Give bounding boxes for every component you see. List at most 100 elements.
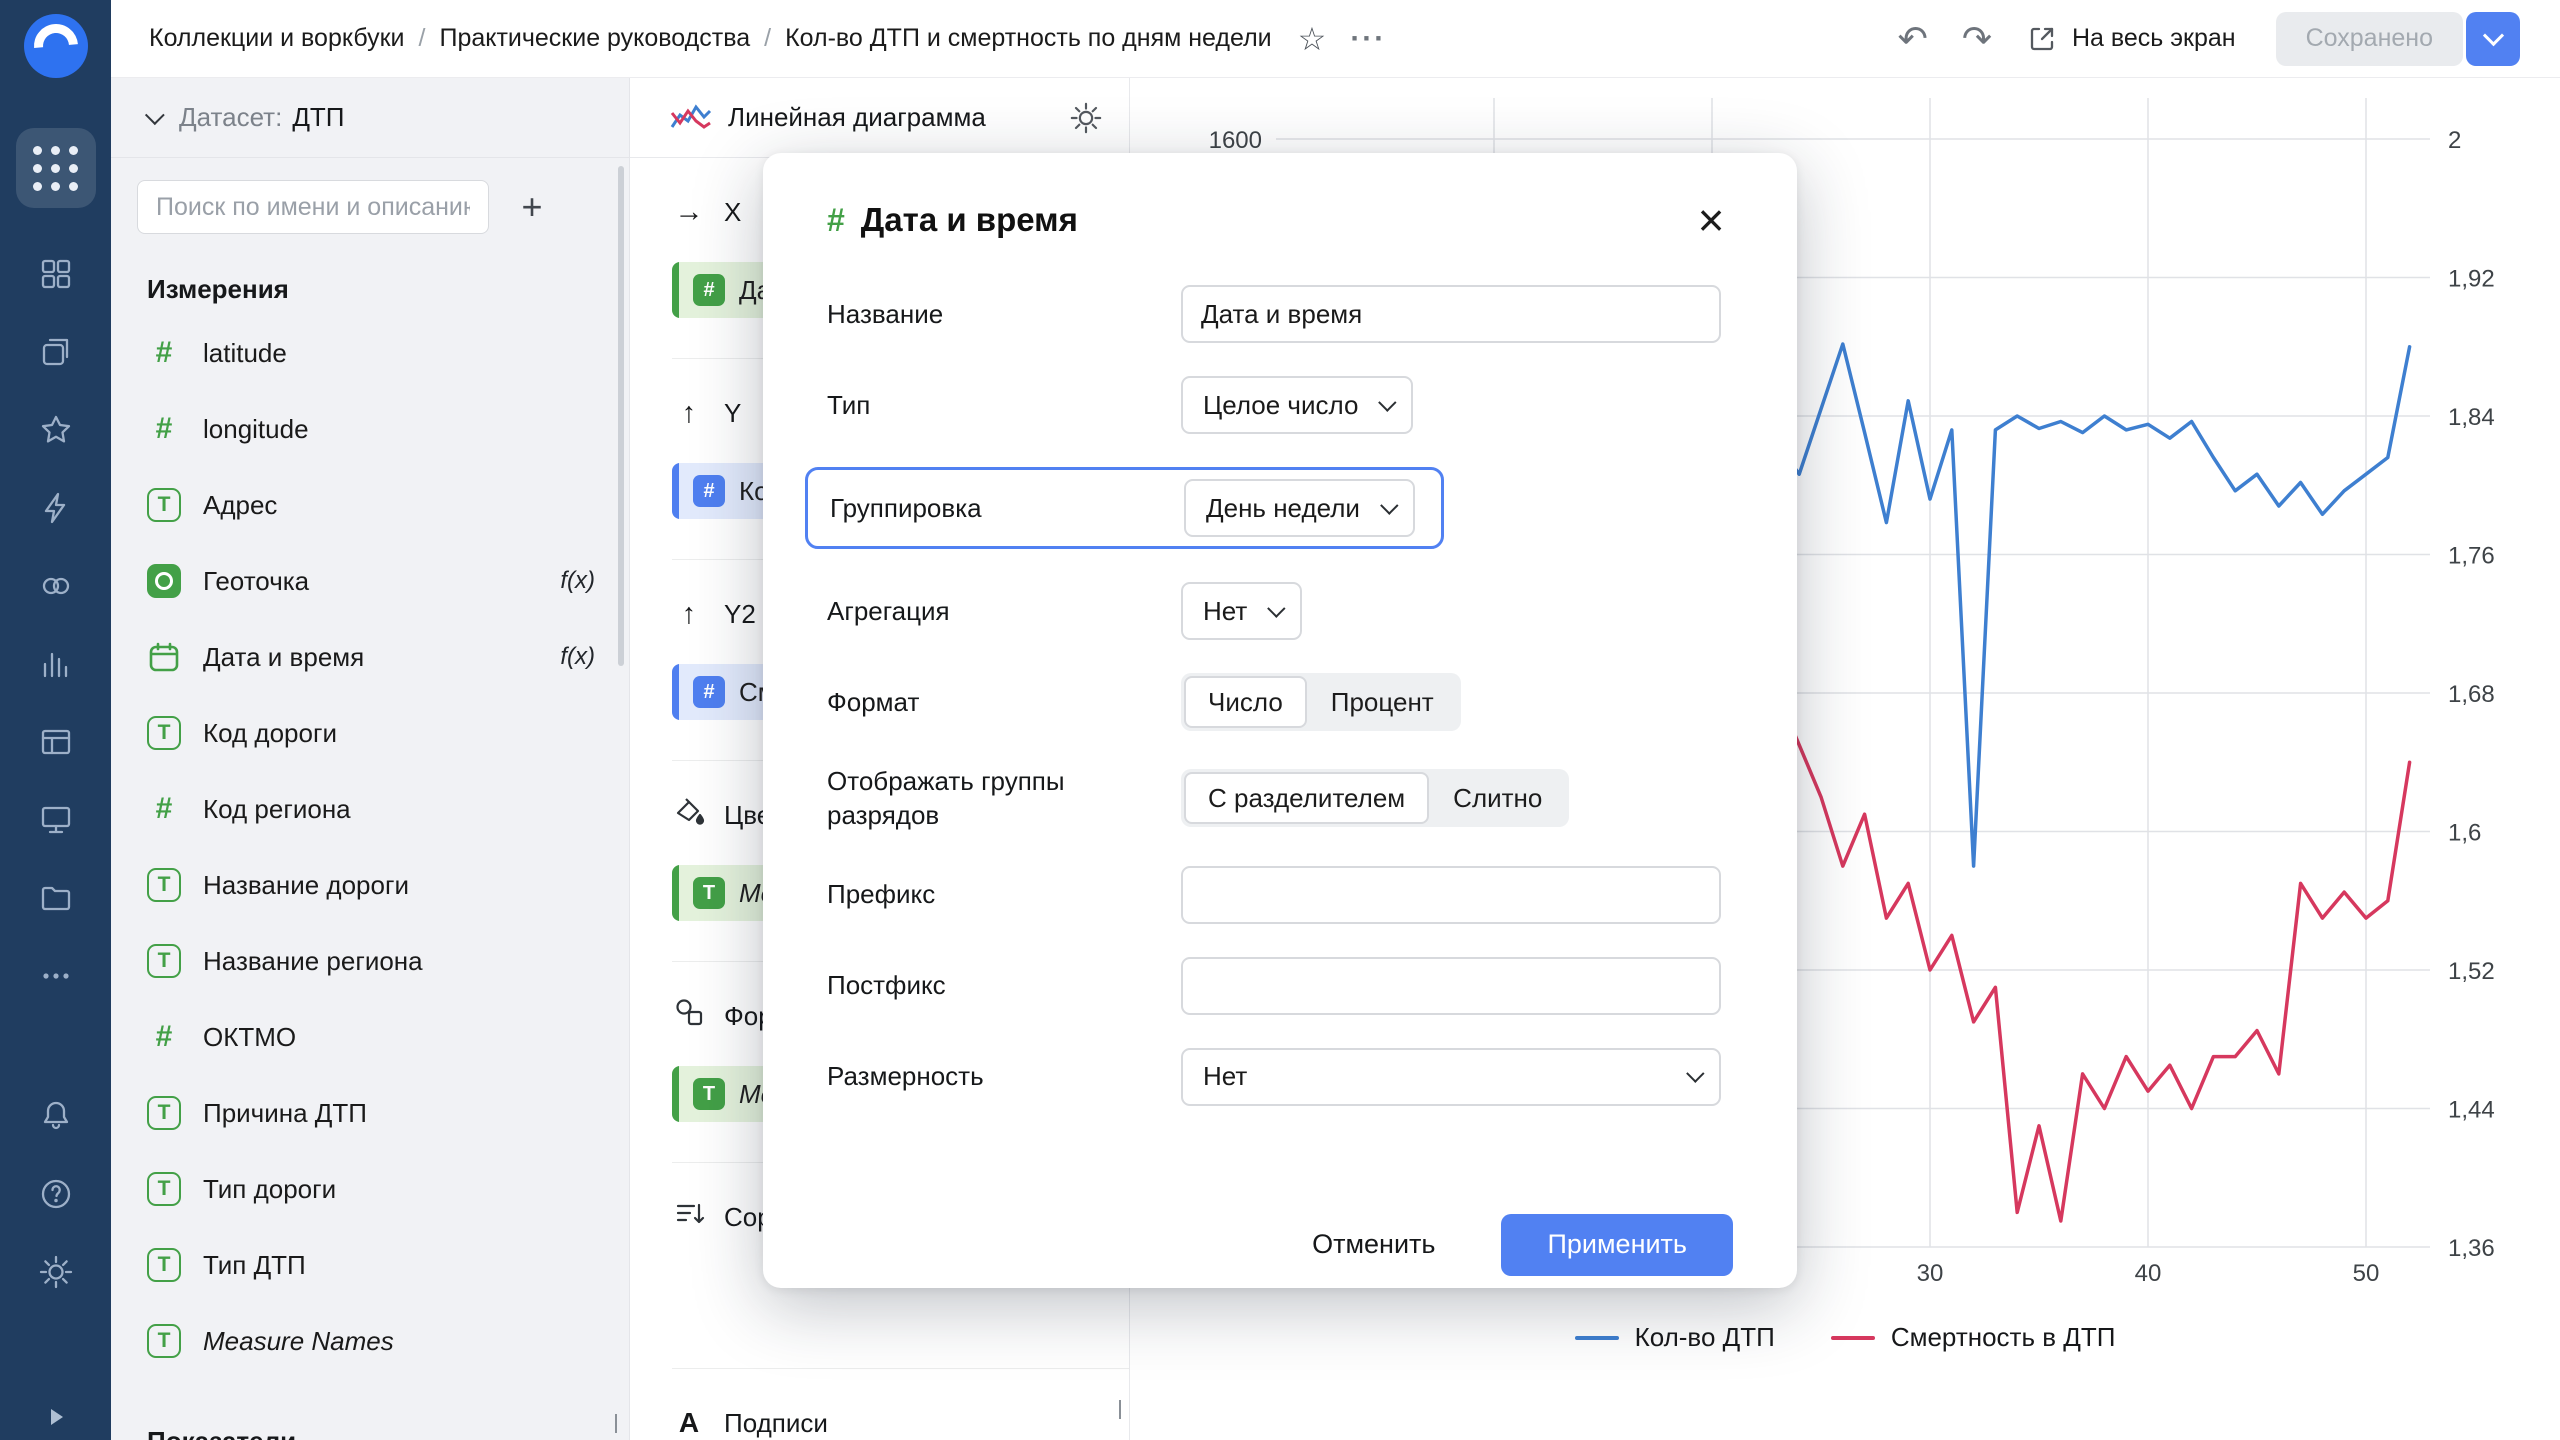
svg-text:40: 40 [2135, 1260, 2162, 1287]
cancel-button[interactable]: Отменить [1276, 1214, 1471, 1276]
app-rail [0, 0, 111, 1440]
text-field-icon: T [147, 1172, 181, 1206]
apply-button[interactable]: Применить [1501, 1214, 1733, 1276]
type-select[interactable]: Целое число [1181, 376, 1413, 434]
services-icon[interactable] [38, 568, 74, 604]
digit-groups-segmented-control: С разделителем Слитно [1181, 769, 1569, 827]
text-field-icon: T [147, 868, 181, 902]
chart-type-label[interactable]: Линейная диаграмма [728, 102, 986, 133]
format-option-number[interactable]: Число [1184, 676, 1307, 728]
name-input[interactable] [1181, 285, 1721, 343]
scroll-more-chevron-icon[interactable] [1119, 1400, 1121, 1418]
settings-gear-icon[interactable] [38, 1254, 74, 1290]
f-button[interactable]: На весь экран [2026, 23, 2236, 55]
field-settings-dialog: # Дата и время × Название Тип Целое числ… [763, 153, 1797, 1288]
dataset-name[interactable]: ДТП [292, 102, 344, 133]
field-row[interactable]: # latitude [111, 315, 629, 391]
breadcrumb-collections[interactable]: Коллекции и воркбуки [149, 24, 405, 53]
aggregation-select[interactable]: Нет [1181, 582, 1302, 640]
field-row[interactable]: T Адрес [111, 467, 629, 543]
cancel-button-label: Отменить [1312, 1229, 1435, 1260]
field-row[interactable]: T Код дороги [111, 695, 629, 771]
name-label: Название [827, 297, 1181, 331]
help-icon[interactable] [38, 1176, 74, 1212]
shapes-icon [672, 996, 706, 1036]
paint-bucket-icon [672, 795, 706, 835]
field-name: longitude [203, 414, 309, 445]
postfix-input[interactable] [1181, 957, 1721, 1015]
dimension-select[interactable]: Нет [1181, 1048, 1721, 1106]
field-name: latitude [203, 338, 287, 369]
field-row[interactable]: T Тип дороги [111, 1151, 629, 1227]
field-row[interactable]: T Название дороги [111, 847, 629, 923]
prefix-input[interactable] [1181, 866, 1721, 924]
undo-icon[interactable]: ↶ [1898, 21, 1928, 57]
field-row[interactable]: # Код региона [111, 771, 629, 847]
close-icon[interactable]: × [1689, 197, 1733, 243]
formula-badge: f(x) [560, 643, 603, 671]
workbooks-icon[interactable] [38, 334, 74, 370]
breadcrumb-separator: / [419, 24, 426, 53]
collapse-panel-button[interactable] [0, 1404, 111, 1430]
field-row[interactable]: T Measure Names [111, 1303, 629, 1379]
chart-legend: Кол-во ДТП Смертность в ДТП [1130, 1322, 2560, 1353]
svg-text:2: 2 [2448, 127, 2461, 154]
notifications-bell-icon[interactable] [38, 1098, 74, 1134]
dimension-select-value: Нет [1203, 1061, 1247, 1092]
grouping-select[interactable]: День недели [1184, 479, 1415, 537]
field-row[interactable]: T Причина ДТП [111, 1075, 629, 1151]
apps-switcher-button[interactable] [16, 128, 96, 208]
more-services-icon[interactable] [38, 958, 74, 994]
field-name: Тип ДТП [203, 1250, 306, 1281]
number-field-icon: # [156, 414, 173, 444]
field-row[interactable]: Дата и время f(x) [111, 619, 629, 695]
digit-groups-option-merged[interactable]: Слитно [1429, 772, 1566, 824]
dataset-header[interactable]: Датасет: ДТП [111, 78, 629, 158]
field-row[interactable]: Геоточка f(x) [111, 543, 629, 619]
scrollbar-thumb[interactable] [618, 166, 624, 666]
field-row[interactable]: # ОКТМО [111, 999, 629, 1075]
digit-groups-label: Отображать группы разрядов [827, 764, 1181, 833]
number-field-icon: # [156, 338, 173, 368]
dashboards-icon[interactable] [38, 256, 74, 292]
format-label: Формат [827, 685, 1181, 719]
formula-badge: f(x) [560, 567, 603, 595]
legend-line-red [1831, 1336, 1875, 1340]
chart-settings-gear-icon[interactable] [1069, 101, 1103, 135]
legend-item[interactable]: Кол-во ДТП [1575, 1322, 1775, 1353]
favorites-icon[interactable] [38, 412, 74, 448]
field-name: Причина ДТП [203, 1098, 367, 1129]
monitoring-icon[interactable] [38, 802, 74, 838]
type-select-value: Целое число [1203, 390, 1358, 421]
more-actions-icon[interactable]: ··· [1350, 22, 1386, 56]
fullscreen-label: На весь экран [2072, 24, 2236, 53]
digit-groups-option-separator[interactable]: С разделителем [1184, 772, 1429, 824]
legend-item[interactable]: Смертность в ДТП [1831, 1322, 2116, 1353]
save-button[interactable]: Сохранено [2276, 12, 2463, 66]
charts-icon[interactable] [38, 646, 74, 682]
labels-icon: А [672, 1407, 706, 1439]
scroll-more-chevron-icon[interactable] [615, 1414, 617, 1432]
storage-icon[interactable] [38, 880, 74, 916]
datalens-logo[interactable] [24, 14, 88, 78]
breadcrumb-guides[interactable]: Практические руководства [439, 24, 750, 53]
datasets-icon[interactable] [38, 724, 74, 760]
add-field-button[interactable]: + [505, 180, 559, 234]
field-row[interactable]: T Тип ДТП [111, 1227, 629, 1303]
format-option-percent[interactable]: Процент [1307, 676, 1458, 728]
redo-icon[interactable]: ↷ [1962, 21, 1992, 57]
aggregation-label: Агрегация [827, 594, 1181, 628]
favorite-star-icon[interactable]: ☆ [1298, 23, 1327, 55]
field-row[interactable]: # longitude [111, 391, 629, 467]
line-chart-type-icon[interactable] [670, 101, 712, 135]
field-search-input[interactable] [137, 180, 489, 234]
grouping-select-value: День недели [1206, 493, 1360, 524]
connections-icon[interactable] [38, 490, 74, 526]
save-dropdown-button[interactable] [2466, 12, 2520, 66]
sort-icon [672, 1197, 706, 1237]
field-row[interactable]: T Название региона [111, 923, 629, 999]
postfix-label: Постфикс [827, 968, 1181, 1002]
date-field-icon [147, 640, 181, 674]
field-name: Тип дороги [203, 1174, 336, 1205]
field-name: Название дороги [203, 870, 409, 901]
